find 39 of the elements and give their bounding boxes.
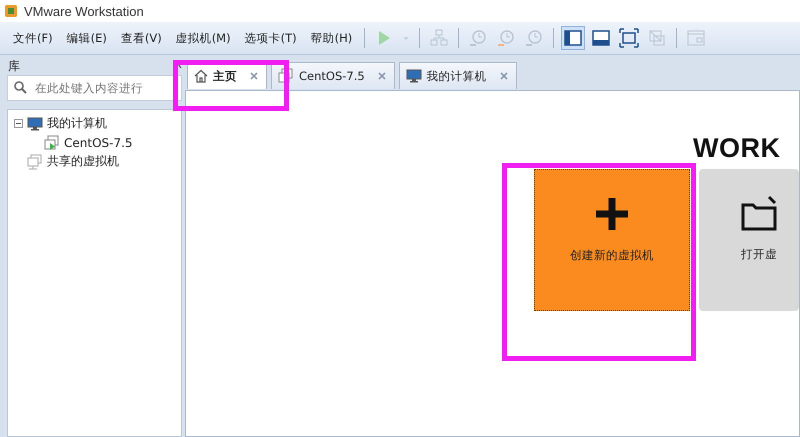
menu-item[interactable]: 虚拟机(M) (168, 28, 238, 48)
vm-icon (44, 134, 60, 150)
folder-icon (741, 195, 777, 231)
menu-item[interactable]: 编辑(E) (60, 28, 114, 48)
monitor-icon (27, 116, 43, 130)
search-field[interactable]: 在此处键入内容进行 (7, 75, 182, 101)
create-vm-button[interactable]: 创建新的虚拟机 (534, 169, 690, 311)
tab-label: 我的计算机 (426, 68, 487, 84)
close-icon[interactable] (250, 72, 258, 80)
home-icon (194, 69, 208, 83)
menu-item[interactable]: 帮助(H) (304, 28, 360, 48)
menu-item[interactable]: 文件(F) (6, 28, 60, 48)
app-icon (4, 4, 18, 18)
plus-icon (594, 196, 630, 232)
library-title: 库 (8, 58, 20, 74)
tree-label: 共享的虚拟机 (47, 153, 119, 170)
menu-item[interactable]: 查看(V) (114, 28, 169, 48)
tree-item[interactable]: 我的计算机 (14, 114, 175, 133)
close-icon[interactable] (378, 72, 386, 80)
menu-item[interactable]: 选项卡(T) (238, 28, 304, 48)
tab-label: CentOS-7.5 (299, 69, 365, 83)
tab[interactable]: 我的计算机 (398, 62, 517, 89)
home-heading: WORK (693, 133, 782, 164)
vm-icon (278, 68, 294, 84)
open-vm-button[interactable]: 打开虚 (699, 169, 799, 311)
tree-label: CentOS-7.5 (64, 136, 133, 150)
search-icon (14, 81, 27, 94)
monitor-icon (406, 69, 422, 83)
tab[interactable]: CentOS-7.5 (271, 62, 395, 89)
tree-label: 我的计算机 (47, 115, 107, 132)
tree-item[interactable]: 共享的虚拟机 (14, 152, 175, 171)
close-icon[interactable] (500, 72, 508, 80)
shared-vm-icon (27, 154, 43, 170)
window-title: VMware Workstation (24, 4, 144, 18)
collapse-toggle-icon[interactable] (14, 119, 23, 128)
library-view-icon[interactable] (561, 26, 586, 50)
fullscreen-view-icon[interactable] (617, 26, 642, 50)
tree-item[interactable]: CentOS-7.5 (14, 133, 175, 152)
tab-label: 主页 (213, 68, 237, 84)
